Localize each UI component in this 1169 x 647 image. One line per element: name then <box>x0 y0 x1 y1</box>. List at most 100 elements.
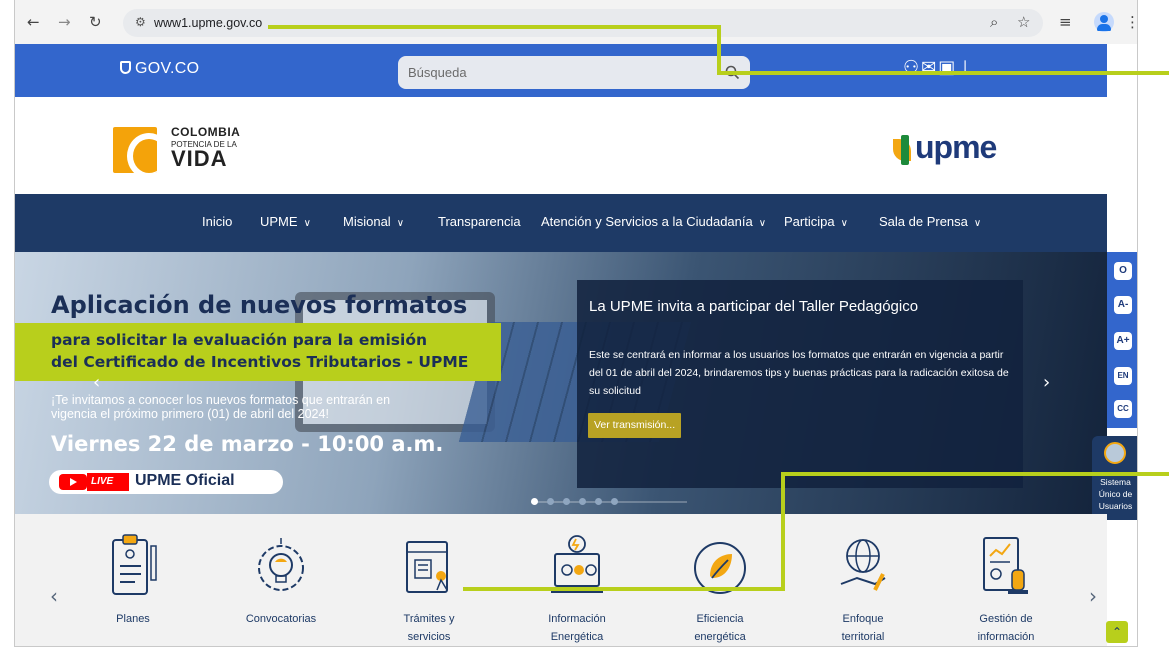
carousel-dot[interactable] <box>531 498 538 505</box>
address-bar[interactable]: ⚙ www1.upme.gov.co <box>123 9 1043 37</box>
menu-item-atencion[interactable]: Atención y Servicios a la Ciudadanía ∨ <box>541 214 766 229</box>
colombia-line3: VIDA <box>171 146 228 171</box>
callout-line-tramites-h <box>463 587 785 591</box>
tramites-icon <box>406 541 448 593</box>
font-increase-button[interactable]: A+ <box>1114 332 1132 350</box>
slide-text: Este se centrará en informar a los usuar… <box>589 349 1009 397</box>
url-text[interactable]: www1.upme.gov.co <box>154 16 262 30</box>
carousel-prev-icon[interactable]: ‹ <box>93 372 100 393</box>
service-informacion-energetica[interactable]: Información Energética <box>522 514 632 646</box>
carousel-dot[interactable] <box>611 498 618 505</box>
search-input[interactable]: Búsqueda <box>398 56 750 89</box>
suu-label: Sistema Único de Usuarios <box>1092 476 1137 512</box>
carousel-indicators <box>531 497 687 507</box>
callout-line-tramites-h2 <box>781 472 1169 476</box>
menu-item-upme[interactable]: UPME ∨ <box>260 214 311 229</box>
service-label-line1: Información <box>548 613 606 625</box>
suu-line1: Sistema <box>1100 477 1131 487</box>
callout-line-url-v <box>717 25 721 74</box>
menu-item-inicio[interactable]: Inicio <box>202 214 232 229</box>
channel-name: UPME Oficial <box>135 472 235 489</box>
youtube-live-badge[interactable]: LIVE UPME Oficial <box>49 470 283 494</box>
promo-invite-line2: vigencia el próximo primero (01) de abri… <box>51 407 329 421</box>
browser-window: ← → ↻ ⚙ www1.upme.gov.co ⌕ ☆ ≡ ⋮ GOV.CO … <box>14 0 1138 647</box>
forward-icon[interactable]: → <box>58 14 71 30</box>
service-tramites[interactable]: Trámites y servicios <box>374 514 484 646</box>
service-label-line2: energética <box>694 631 746 643</box>
menu-item-transparencia[interactable]: Transparencia <box>438 214 521 229</box>
gov-shield-icon <box>120 61 131 74</box>
service-label: Planes <box>78 610 188 628</box>
zoom-icon[interactable]: ⌕ <box>990 13 998 31</box>
carousel-dot[interactable] <box>595 498 602 505</box>
reload-icon[interactable]: ↻ <box>89 14 102 30</box>
carousel-next-icon[interactable]: › <box>1043 372 1050 393</box>
service-label-line1: Trámites y <box>403 613 455 625</box>
service-planes[interactable]: Planes <box>78 514 188 646</box>
upme-stem-icon <box>901 135 909 165</box>
contrast-button[interactable]: O <box>1114 262 1132 280</box>
colombia-logo-text: COLOMBIA POTENCIA DE LA VIDA <box>171 125 240 171</box>
watch-stream-button[interactable]: Ver transmisión... <box>588 413 682 438</box>
service-label-line1: Eficiencia <box>696 613 744 625</box>
menu-item-misional[interactable]: Misional ∨ <box>343 214 404 229</box>
promo-invite-line1: ¡Te invitamos a conocer los nuevos forma… <box>51 393 391 407</box>
chevron-down-icon: ∨ <box>758 218 767 229</box>
menu-item-participa[interactable]: Participa ∨ <box>784 214 848 229</box>
promo-date: Viernes 22 de marzo - 10:00 a.m. <box>51 432 444 456</box>
service-label-line1: Convocatorias <box>245 613 317 625</box>
menu-icon[interactable]: ⋮ <box>1125 13 1137 31</box>
callout-line-url-h <box>268 25 720 29</box>
service-label-line2: información <box>977 631 1035 643</box>
scroll-top-button[interactable]: ⌃ <box>1106 621 1128 643</box>
menu-item-sala-de-prensa[interactable]: Sala de Prensa ∨ <box>879 214 981 229</box>
media-icon[interactable]: ≡ <box>1059 13 1072 31</box>
service-label-line2: Energética <box>550 631 604 643</box>
promo-band: para solicitar la evaluación para la emi… <box>15 323 501 381</box>
profile-icon[interactable] <box>1094 12 1114 32</box>
promo-invite: ¡Te invitamos a conocer los nuevos forma… <box>51 393 390 421</box>
font-decrease-button[interactable]: A- <box>1114 296 1132 314</box>
gov-logo[interactable]: GOV.CO <box>120 60 199 78</box>
promo-title: Aplicación de nuevos formatos <box>51 291 468 319</box>
colombia-potencia-logo[interactable]: COLOMBIA POTENCIA DE LA VIDA <box>113 125 253 175</box>
slide-caption: La UPME invita a participar del Taller P… <box>577 280 1023 488</box>
menu-label: Participa <box>784 214 835 229</box>
service-gestion-informacion[interactable]: Gestión de información <box>951 514 1061 646</box>
menu-label: UPME <box>260 214 298 229</box>
main-menu: Inicio UPME ∨ Misional ∨ Transparencia Ate… <box>15 194 1107 252</box>
service-label: Gestión de información <box>951 610 1061 646</box>
accessibility-toolbar: O A- A+ EN CC <box>1107 252 1137 428</box>
service-label: Trámites y servicios <box>374 610 484 646</box>
site-header: COLOMBIA POTENCIA DE LA VIDA upme <box>15 97 1107 194</box>
promo-band-line2: del Certificado de Incentivos Tributario… <box>51 353 469 371</box>
service-eficiencia-energetica[interactable]: Eficiencia energética <box>665 514 775 646</box>
service-convocatorias[interactable]: Convocatorias <box>226 514 336 646</box>
carousel-dot[interactable] <box>579 498 586 505</box>
sign-language-button[interactable]: CC <box>1114 400 1132 418</box>
upme-logo-text: upme <box>915 129 997 165</box>
menu-label: Transparencia <box>438 214 521 229</box>
menu-label: Misional <box>343 214 391 229</box>
callout-line-tramites-v <box>781 472 785 591</box>
globe-icon <box>1104 442 1126 464</box>
bookmark-star-icon[interactable]: ☆ <box>1017 13 1030 31</box>
chevron-down-icon: ∨ <box>303 218 311 229</box>
site-info-icon[interactable]: ⚙ <box>135 15 146 29</box>
language-button[interactable]: EN <box>1114 367 1132 385</box>
service-enfoque-territorial[interactable]: Enfoque territorial <box>808 514 918 646</box>
indicators-track <box>531 501 687 503</box>
sistema-unico-usuarios-button[interactable]: Sistema Único de Usuarios <box>1092 436 1137 520</box>
youtube-play-icon <box>59 474 87 490</box>
services-prev-icon[interactable]: ‹ <box>50 584 58 608</box>
service-label-line2: servicios <box>407 631 451 643</box>
back-icon[interactable]: ← <box>27 14 40 30</box>
service-label-line1: Gestión de <box>979 613 1033 625</box>
services-next-icon[interactable]: › <box>1089 584 1097 608</box>
callout-line-url-h2 <box>717 71 1169 75</box>
chevron-down-icon: ∨ <box>840 218 848 229</box>
carousel-dot[interactable] <box>563 498 570 505</box>
service-label: Información Energética <box>522 610 632 646</box>
carousel-dot[interactable] <box>547 498 554 505</box>
convocatorias-icon <box>258 538 304 591</box>
